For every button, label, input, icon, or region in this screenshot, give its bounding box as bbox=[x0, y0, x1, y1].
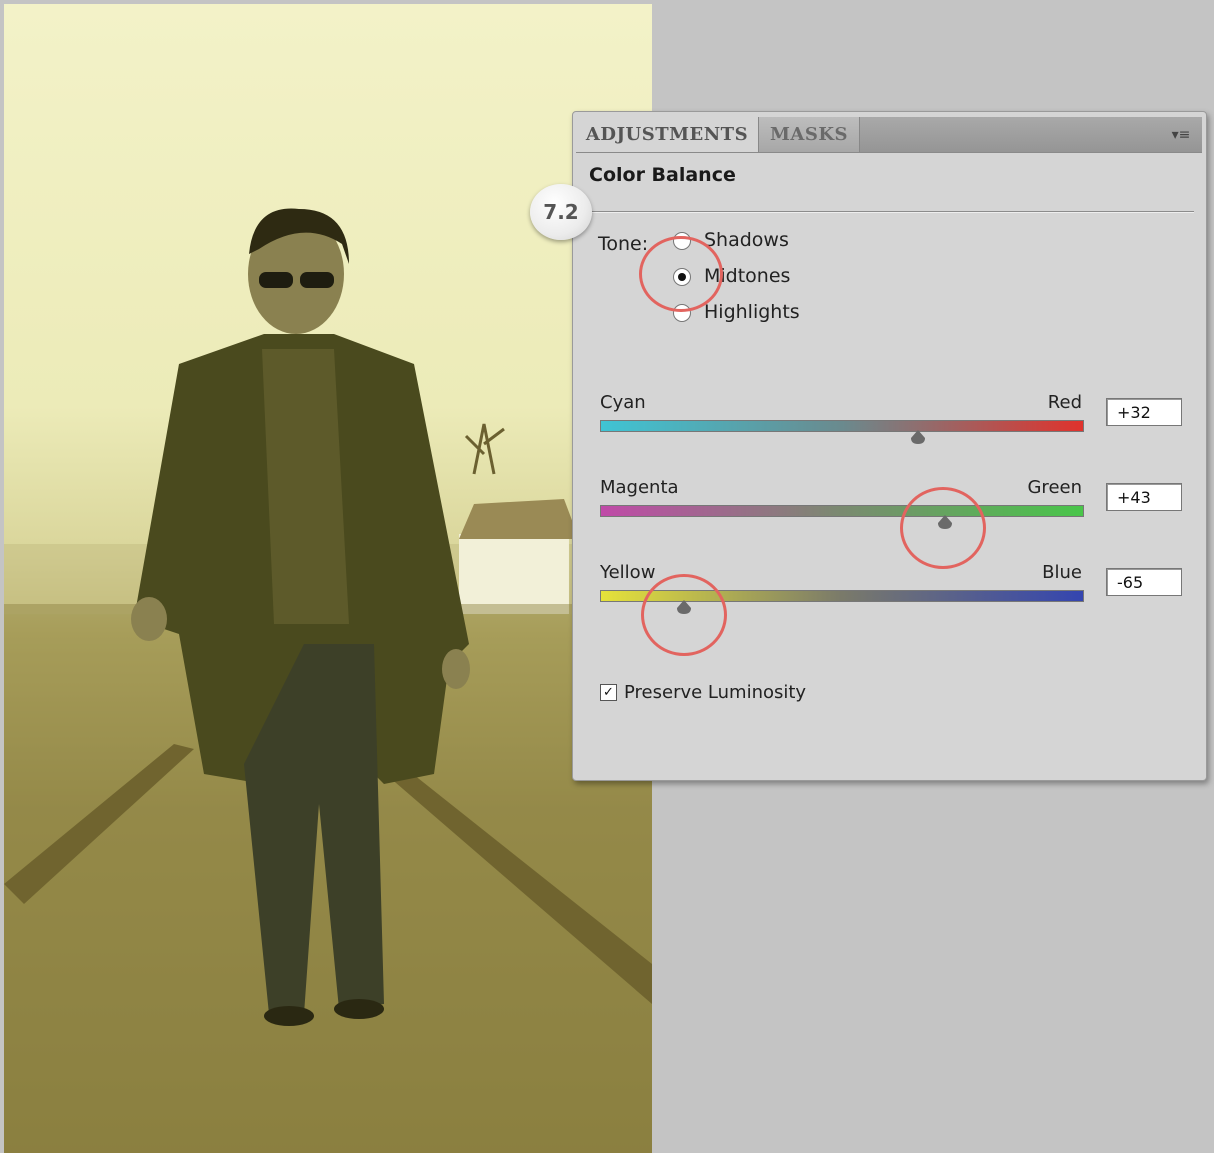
slider-left-label: Cyan bbox=[600, 392, 646, 413]
slider-right-label: Green bbox=[1027, 477, 1082, 498]
radio-button[interactable] bbox=[673, 232, 691, 250]
step-badge: 7.2 bbox=[530, 184, 592, 240]
slider-track[interactable] bbox=[600, 420, 1084, 432]
tone-label: Tone: bbox=[598, 233, 649, 255]
preserve-luminosity-label: Preserve Luminosity bbox=[624, 682, 807, 703]
slider-value-input[interactable]: +32 bbox=[1106, 398, 1182, 426]
radio-label: Highlights bbox=[704, 301, 800, 323]
divider bbox=[589, 211, 1194, 213]
radio-label: Shadows bbox=[704, 229, 789, 251]
slider-cyan-red: Cyan Red +32 bbox=[600, 392, 1190, 462]
slider-right-label: Red bbox=[1047, 392, 1082, 413]
radio-selected-dot bbox=[678, 273, 686, 281]
preserve-luminosity-checkbox[interactable]: ✓ bbox=[600, 684, 617, 701]
slider-track[interactable] bbox=[600, 505, 1084, 517]
radio-button[interactable] bbox=[673, 268, 691, 286]
tab-masks[interactable]: MASKS bbox=[758, 117, 860, 152]
slider-thumb[interactable] bbox=[936, 515, 954, 529]
slider-track[interactable] bbox=[600, 590, 1084, 602]
tab-adjustments[interactable]: ADJUSTMENTS bbox=[576, 117, 758, 152]
document-photo bbox=[4, 4, 652, 1153]
panel-tab-bar: ADJUSTMENTS MASKS ▾≡ bbox=[576, 117, 1202, 153]
panel-menu-icon[interactable]: ▾≡ bbox=[1168, 125, 1194, 145]
slider-right-label: Blue bbox=[1042, 562, 1082, 583]
radio-button[interactable] bbox=[673, 304, 691, 322]
slider-yellow-blue: Yellow Blue -65 bbox=[600, 562, 1190, 632]
slider-left-label: Yellow bbox=[600, 562, 656, 583]
slider-value-input[interactable]: -65 bbox=[1106, 568, 1182, 596]
adjustments-panel: ADJUSTMENTS MASKS ▾≡ Color Balance Tone:… bbox=[572, 111, 1207, 781]
slider-thumb[interactable] bbox=[909, 430, 927, 444]
slider-value-input[interactable]: +43 bbox=[1106, 483, 1182, 511]
slider-magenta-green: Magenta Green +43 bbox=[600, 477, 1190, 547]
slider-thumb[interactable] bbox=[675, 600, 693, 614]
slider-left-label: Magenta bbox=[600, 477, 679, 498]
radio-label: Midtones bbox=[704, 265, 791, 287]
photo-illustration bbox=[4, 208, 652, 1153]
panel-title: Color Balance bbox=[589, 164, 736, 186]
